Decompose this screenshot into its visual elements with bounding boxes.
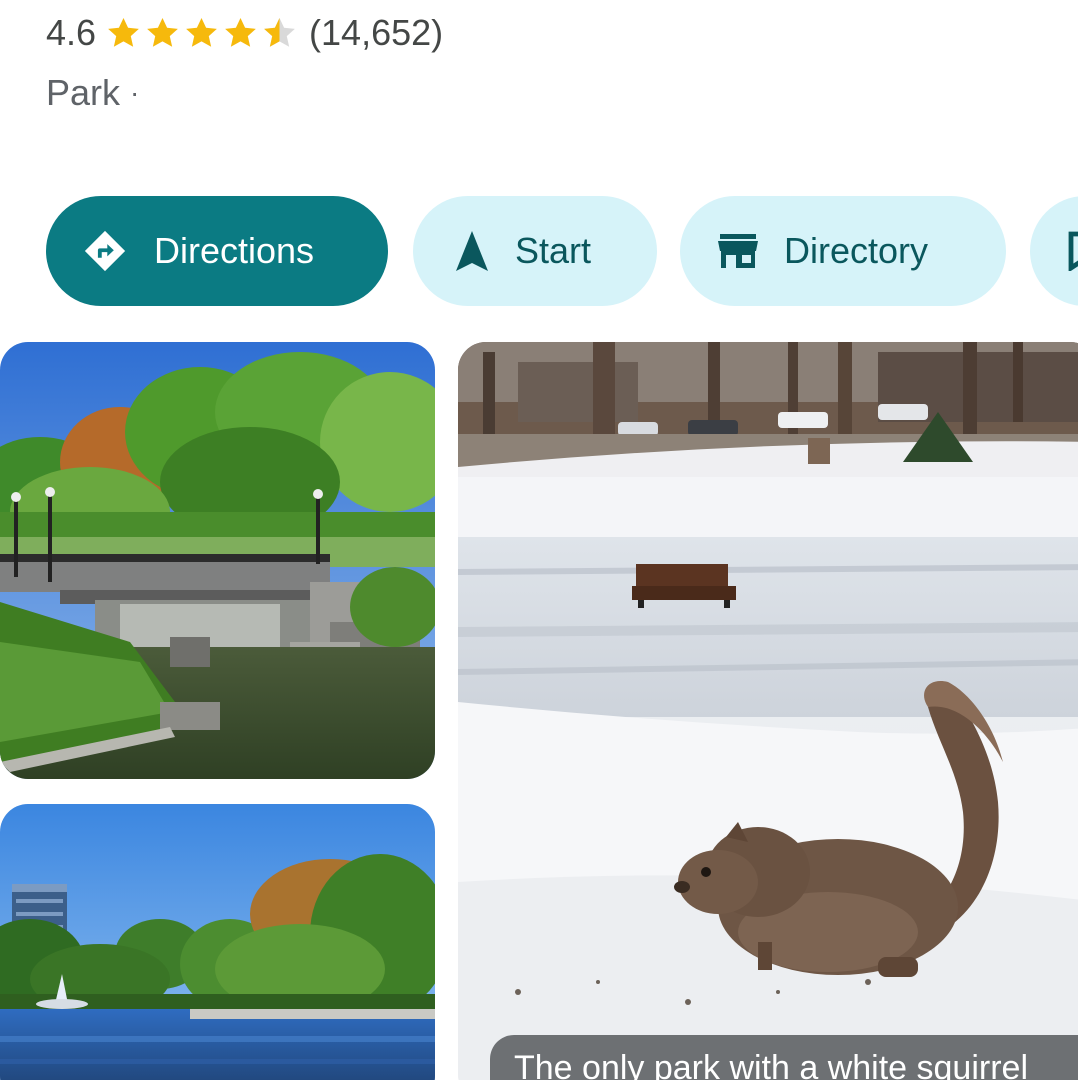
save-button[interactable] bbox=[1030, 196, 1078, 306]
star-icon bbox=[225, 17, 256, 47]
place-category: Park bbox=[46, 72, 121, 113]
directions-label: Directions bbox=[154, 230, 315, 271]
rating-row[interactable]: 4.6 (14,652) bbox=[46, 10, 443, 56]
pond-photo-image bbox=[0, 804, 435, 1080]
place-details-panel: 4.6 (14,652) Park · Directions Start Dir… bbox=[0, 0, 1078, 1080]
star-icon bbox=[147, 17, 178, 47]
navigation-arrow-icon bbox=[456, 231, 488, 271]
squirrel-photo-image bbox=[458, 342, 1078, 1080]
photo-park-waterfall[interactable] bbox=[0, 342, 435, 779]
park-photo-image bbox=[0, 342, 435, 779]
rating-value: 4.6 bbox=[46, 12, 97, 53]
bookmark-icon bbox=[1068, 231, 1078, 271]
start-navigation-button[interactable]: Start bbox=[413, 196, 657, 306]
review-count[interactable]: (14,652) bbox=[309, 12, 443, 54]
directions-icon bbox=[84, 230, 126, 272]
storefront-icon bbox=[718, 234, 758, 268]
category-separator: · bbox=[130, 77, 140, 108]
photo-squirrel-snow[interactable] bbox=[458, 342, 1078, 1080]
half-star-icon bbox=[264, 17, 295, 47]
category-row: Park · bbox=[46, 70, 139, 116]
start-label: Start bbox=[515, 230, 592, 271]
directory-button[interactable]: Directory bbox=[680, 196, 1006, 306]
photo-caption[interactable]: The only park with a white squirrel bbox=[490, 1035, 1078, 1080]
star-rating bbox=[104, 14, 299, 52]
directions-button[interactable]: Directions bbox=[46, 196, 388, 306]
star-icon bbox=[108, 17, 139, 47]
photo-pond-fountain[interactable] bbox=[0, 804, 435, 1080]
star-icon bbox=[186, 17, 217, 47]
directory-label: Directory bbox=[784, 230, 929, 271]
